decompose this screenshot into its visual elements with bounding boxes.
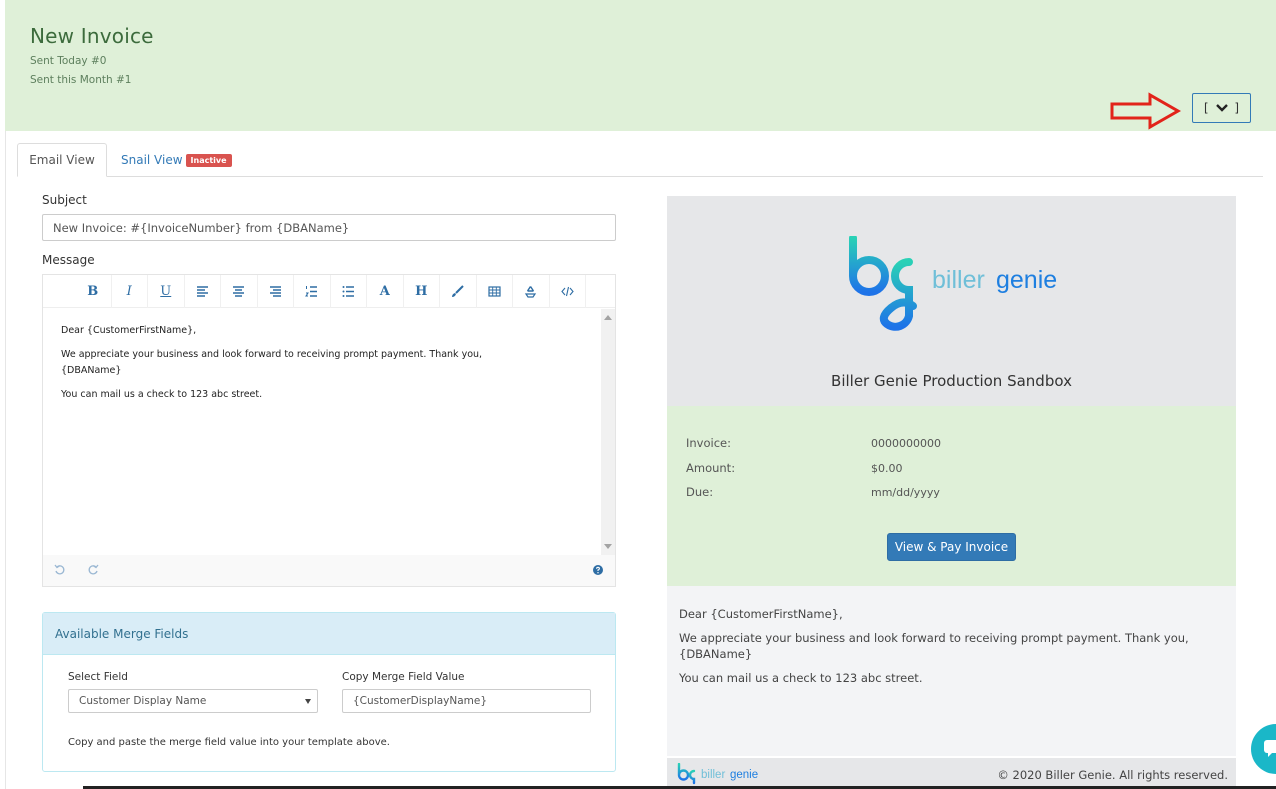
copy-merge-input[interactable]: {CustomerDisplayName} <box>342 689 591 713</box>
font-button[interactable]: A <box>367 275 404 308</box>
brush-button[interactable] <box>440 275 477 308</box>
sent-today-count: Sent Today #0 <box>30 55 107 67</box>
view-tabs: Email View Snail View Inactive <box>17 143 1263 177</box>
preview-line3: You can mail us a check to 123 abc stree… <box>679 671 923 685</box>
svg-text:genie: genie <box>730 769 758 781</box>
view-pay-invoice-button[interactable]: View & Pay Invoice <box>887 533 1016 561</box>
bold-button[interactable]: B <box>75 275 112 308</box>
bold-icon: B <box>87 284 99 299</box>
svg-text:biller: biller <box>701 769 725 781</box>
align-center-button[interactable] <box>221 275 258 308</box>
underline-icon: U <box>160 284 172 299</box>
italic-icon: I <box>126 284 132 299</box>
merge-fields-panel: Available Merge Fields Select Field Cust… <box>42 612 616 772</box>
scroll-up-icon[interactable] <box>604 315 612 320</box>
editor-content[interactable]: Dear {CustomerFirstName}, We appreciate … <box>43 309 601 555</box>
copyright-text: © 2020 Biller Genie. All rights reserved… <box>997 768 1228 782</box>
font-icon: A <box>379 284 390 299</box>
merge-field-select-value: Customer Display Name <box>79 695 207 707</box>
sent-month-count: Sent this Month #1 <box>30 74 132 86</box>
due-value: mm/dd/yyyy <box>871 486 940 499</box>
brush-icon <box>452 285 464 297</box>
footer-logo: biller genie <box>677 763 758 785</box>
code-icon <box>561 286 574 297</box>
align-left-icon <box>196 286 208 297</box>
inactive-badge: Inactive <box>185 153 232 167</box>
invoice-value: 0000000000 <box>871 437 941 450</box>
align-left-button[interactable] <box>185 275 221 308</box>
divider <box>5 131 6 789</box>
editor-toolbar: B I U A H <box>43 275 615 308</box>
invoice-label: Invoice: <box>686 436 731 450</box>
editor-line3: You can mail us a check to 123 abc stree… <box>61 389 263 400</box>
amount-value: $0.00 <box>871 462 903 475</box>
editor-line1: We appreciate your business and look for… <box>61 349 483 360</box>
select-field-label: Select Field <box>68 671 128 683</box>
page-header: New Invoice Sent Today #0 Sent this Mont… <box>5 0 1276 131</box>
code-view-button[interactable] <box>550 275 586 308</box>
email-preview: biller genie Biller Genie Production San… <box>667 196 1236 789</box>
subject-label: Subject <box>42 193 87 207</box>
chevron-down-icon <box>1215 104 1228 112</box>
editor-scrollbar[interactable] <box>601 309 615 555</box>
unordered-list-button[interactable] <box>331 275 367 308</box>
collapse-toggle-button[interactable]: [ ] <box>1192 93 1251 123</box>
chat-widget-button[interactable] <box>1251 724 1276 774</box>
tab-email-view[interactable]: Email View <box>17 143 107 177</box>
subject-input[interactable]: New Invoice: #{InvoiceNumber} from {DBAN… <box>42 214 616 241</box>
editor-line2: {DBAName} <box>61 365 122 376</box>
amount-label: Amount: <box>686 461 736 475</box>
tab-snail-view-label: Snail View <box>121 153 183 167</box>
align-right-button[interactable] <box>258 275 294 308</box>
due-label: Due: <box>686 485 714 499</box>
svg-text:biller: biller <box>932 266 985 294</box>
select-arrow-icon <box>305 699 311 704</box>
tab-snail-view[interactable]: Snail View Inactive <box>121 143 232 177</box>
preview-line1: We appreciate your business and look for… <box>679 631 1189 645</box>
biller-genie-logo: biller genie <box>849 236 1057 331</box>
heading-button[interactable]: H <box>404 275 440 308</box>
svg-text:genie: genie <box>996 266 1057 294</box>
table-icon <box>488 286 501 297</box>
bracket-right: ] <box>1233 101 1241 115</box>
align-right-icon <box>269 286 281 297</box>
chat-icon <box>1264 740 1276 757</box>
editor-footer <box>43 555 615 586</box>
merge-fields-title: Available Merge Fields <box>43 613 615 655</box>
help-icon[interactable] <box>593 565 603 575</box>
preview-footer: biller genie © 2020 Biller Genie. All ri… <box>667 758 1236 789</box>
clear-format-button[interactable] <box>513 275 550 308</box>
recycle-icon <box>525 286 537 298</box>
red-arrow-icon <box>1110 92 1182 130</box>
preview-header: biller genie Biller Genie Production San… <box>667 196 1236 406</box>
message-label: Message <box>42 253 95 267</box>
preview-message: Dear {CustomerFirstName}, We appreciate … <box>667 586 1236 756</box>
scroll-down-icon[interactable] <box>604 544 612 549</box>
undo-icon[interactable] <box>54 564 66 576</box>
editor-greeting: Dear {CustomerFirstName}, <box>61 325 197 336</box>
page-title: New Invoice <box>30 24 154 48</box>
redo-icon[interactable] <box>87 564 99 576</box>
bracket-left: [ <box>1202 101 1210 115</box>
preview-greeting: Dear {CustomerFirstName}, <box>679 607 843 621</box>
message-editor: B I U A H Dear {CustomerFirstName}, We a… <box>42 274 616 587</box>
align-center-icon <box>233 286 245 297</box>
preview-line2: {DBAName} <box>679 647 753 661</box>
underline-button[interactable]: U <box>148 275 185 308</box>
italic-button[interactable]: I <box>112 275 148 308</box>
unordered-list-icon <box>342 286 354 297</box>
ordered-list-button[interactable] <box>294 275 331 308</box>
ordered-list-icon <box>305 286 318 297</box>
heading-icon: H <box>415 284 428 299</box>
company-name: Biller Genie Production Sandbox <box>831 372 1072 390</box>
table-button[interactable] <box>477 275 513 308</box>
merge-field-select[interactable]: Customer Display Name <box>68 689 318 713</box>
copy-merge-label: Copy Merge Field Value <box>342 671 465 683</box>
merge-note: Copy and paste the merge field value int… <box>68 737 390 748</box>
